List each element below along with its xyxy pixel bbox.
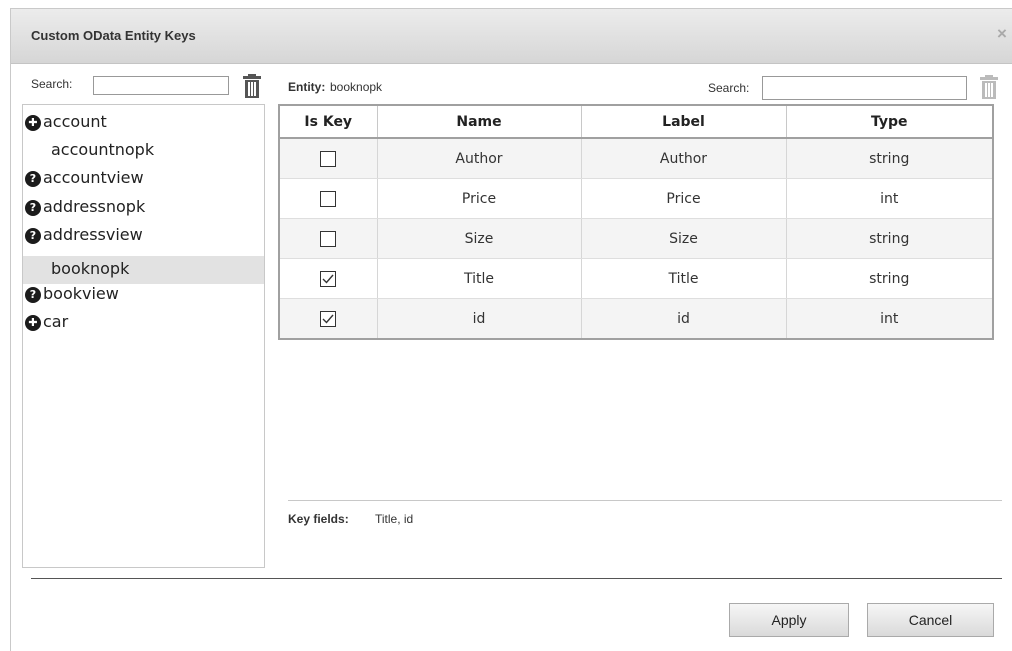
plus-circle-icon: ✚ — [25, 115, 41, 131]
name-cell: id — [377, 298, 582, 340]
is-key-cell — [279, 218, 378, 259]
type-cell: int — [786, 298, 993, 340]
entity-item-booknopk[interactable]: booknopk — [23, 256, 264, 284]
column-header-type[interactable]: Type — [786, 105, 993, 139]
checkmark-icon — [322, 314, 334, 324]
is-key-checkbox[interactable] — [320, 230, 337, 247]
entity-item-label: car — [43, 312, 69, 331]
name-cell: Author — [377, 138, 582, 179]
entity-item-label: accountview — [43, 168, 144, 187]
question-circle-icon: ? — [25, 287, 41, 303]
dialog-titlebar: Custom OData Entity Keys × — [11, 9, 1012, 64]
type-cell: string — [786, 218, 993, 259]
plus-circle-icon: ✚ — [25, 315, 41, 331]
table-row: Title Title string — [279, 258, 993, 299]
entity-name: booknopk — [330, 80, 383, 94]
checkmark-icon — [322, 274, 334, 284]
is-key-checkbox-checked[interactable] — [320, 310, 337, 327]
left-search-input[interactable] — [93, 76, 229, 95]
type-cell: string — [786, 138, 993, 179]
entity-item-label: booknopk — [51, 259, 130, 278]
name-cell: Title — [377, 258, 582, 299]
entity-item-label: addressview — [43, 225, 143, 244]
name-cell: Price — [377, 178, 582, 219]
entity-list[interactable]: ✚ account accountnopk ? accountview ? ad… — [22, 104, 265, 568]
right-delete-icon[interactable] — [978, 74, 1000, 100]
entity-item-bookview[interactable]: ? bookview — [23, 281, 264, 309]
question-circle-icon: ? — [25, 228, 41, 244]
is-key-checkbox[interactable] — [320, 190, 337, 207]
is-key-checkbox-checked[interactable] — [320, 270, 337, 287]
close-icon[interactable]: × — [997, 24, 1012, 44]
is-key-cell — [279, 138, 378, 179]
entity-label: Entity: — [288, 80, 326, 94]
table-header-row: Is Key Name Label Type — [279, 105, 993, 139]
entity-item-addressnopk[interactable]: ? addressnopk — [23, 194, 264, 222]
right-search-label: Search: — [708, 81, 750, 95]
question-circle-icon: ? — [25, 171, 41, 187]
key-fields-divider — [288, 500, 1002, 501]
is-key-cell — [279, 178, 378, 219]
key-fields-label: Key fields: — [288, 512, 349, 526]
entity-item-account[interactable]: ✚ account — [23, 109, 264, 137]
entity-item-accountnopk[interactable]: accountnopk — [23, 137, 264, 165]
footer-divider — [31, 578, 1002, 579]
is-key-cell — [279, 258, 378, 299]
is-key-cell — [279, 298, 378, 340]
table-row: id id int — [279, 298, 993, 340]
label-cell: Price — [581, 178, 787, 219]
question-circle-icon: ? — [25, 200, 41, 216]
label-cell: id — [581, 298, 787, 340]
table-row: Price Price int — [279, 178, 993, 219]
entity-item-label: account — [43, 112, 107, 131]
entity-item-car[interactable]: ✚ car — [23, 309, 264, 337]
column-header-is-key[interactable]: Is Key — [279, 105, 378, 139]
key-fields-value: Title, id — [375, 512, 414, 526]
table-row: Author Author string — [279, 138, 993, 179]
left-delete-icon[interactable] — [241, 73, 263, 99]
fields-table: Is Key Name Label Type Author Author str… — [278, 104, 994, 340]
type-cell: int — [786, 178, 993, 219]
name-cell: Size — [377, 218, 582, 259]
cancel-button[interactable]: Cancel — [867, 603, 994, 637]
entity-item-label: accountnopk — [51, 140, 155, 159]
column-header-name[interactable]: Name — [377, 105, 582, 139]
column-header-label[interactable]: Label — [581, 105, 787, 139]
entity-item-accountview[interactable]: ? accountview — [23, 165, 264, 193]
type-cell: string — [786, 258, 993, 299]
label-cell: Size — [581, 218, 787, 259]
entity-item-label: addressnopk — [43, 197, 146, 216]
entity-item-addressview[interactable]: ? addressview — [23, 222, 264, 250]
apply-button[interactable]: Apply — [729, 603, 849, 637]
table-row: Size Size string — [279, 218, 993, 259]
right-search-input[interactable] — [762, 76, 967, 100]
is-key-checkbox[interactable] — [320, 150, 337, 167]
entity-item-label: bookview — [43, 284, 119, 303]
left-search-label: Search: — [31, 77, 73, 91]
label-cell: Author — [581, 138, 787, 179]
dialog-title: Custom OData Entity Keys — [31, 28, 196, 43]
label-cell: Title — [581, 258, 787, 299]
